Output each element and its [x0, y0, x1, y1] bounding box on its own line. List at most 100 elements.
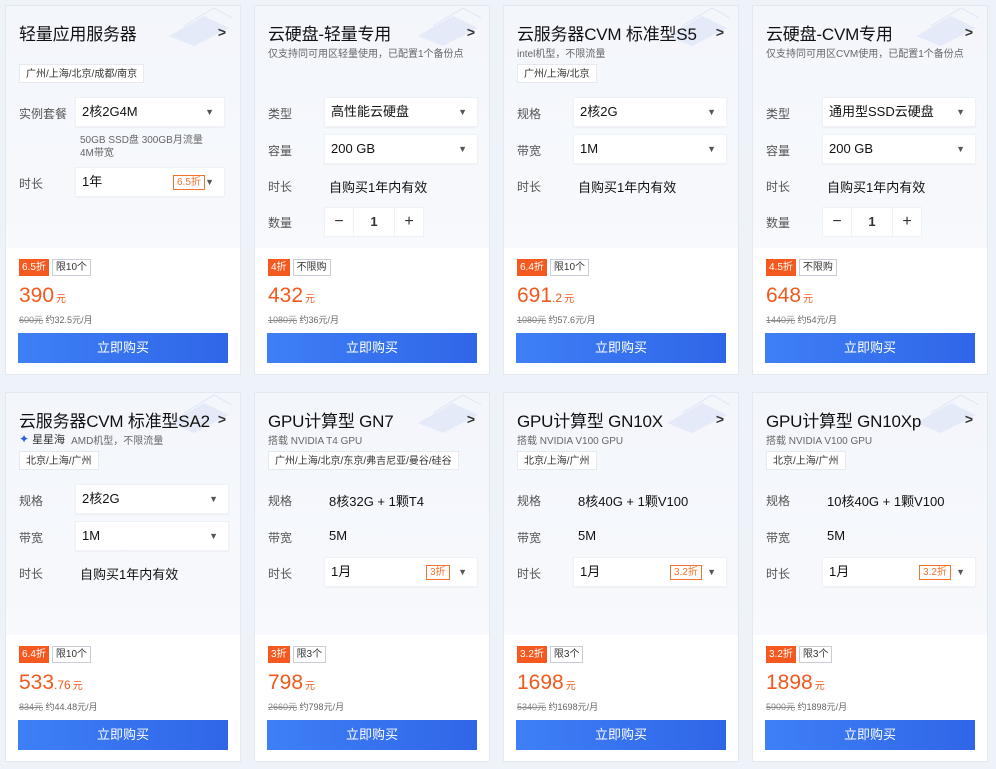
quantity-stepper: − 1 +: [324, 207, 424, 237]
product-card-cvm-sa2: 云服务器CVM 标准型SA2 > ✦ 星星海 AMD机型，不限流量 北京/上海/…: [5, 392, 241, 762]
chevron-right-icon[interactable]: >: [467, 24, 475, 40]
capacity-select[interactable]: 200 GB ▼: [324, 134, 478, 164]
plus-icon[interactable]: +: [892, 207, 922, 237]
buy-now-button[interactable]: 立即购买: [18, 333, 228, 363]
limit-badge: 限10个: [51, 259, 92, 276]
duration-value: 自购买1年内有效: [827, 180, 926, 195]
disk-type-select[interactable]: 通用型SSD云硬盘 ▼: [822, 97, 976, 127]
original-price: 1080元 约36元/月: [268, 313, 339, 326]
caret-down-icon: ▼: [205, 107, 214, 117]
price-unit: 元: [564, 294, 575, 305]
buy-now-button[interactable]: 立即购买: [267, 720, 477, 750]
price-unit: 元: [305, 681, 316, 692]
caret-down-icon: ▼: [707, 107, 716, 117]
disk-type-select[interactable]: 高性能云硬盘 ▼: [324, 97, 478, 127]
monthly-price: 约798元/月: [299, 702, 345, 712]
caret-down-icon: ▼: [458, 144, 467, 154]
select-value: 200 GB: [829, 141, 874, 156]
row-label: 实例套餐: [19, 107, 68, 121]
product-card-gn7: GPU计算型 GN7 > 搭载 NVIDIA T4 GPU 广州/上海/北京/东…: [254, 392, 490, 762]
buy-now-button[interactable]: 立即购买: [516, 720, 726, 750]
card-subtitle: 搭载 NVIDIA V100 GPU: [766, 436, 873, 447]
duration-select[interactable]: 1月 3.2折 ▼: [822, 557, 976, 587]
bandwidth-value: 5M: [329, 528, 348, 543]
price: 648 元: [766, 284, 813, 308]
discount-badge: 3.2折: [766, 646, 796, 663]
region-tag: 北京/上海/广州: [517, 451, 597, 470]
price: 533.76 元: [19, 671, 83, 695]
strike-price: 1440元: [766, 315, 796, 325]
instance-plan-select[interactable]: 2核2G4M ▼: [75, 97, 225, 127]
card-subtitle: AMD机型，不限流量: [71, 435, 164, 447]
row-label: 规格: [19, 494, 44, 508]
row-label: 时长: [268, 180, 293, 194]
buy-now-button[interactable]: 立即购买: [18, 720, 228, 750]
limit-badge: 限3个: [798, 646, 833, 663]
brand-name: 星星海: [32, 434, 66, 446]
original-price: 5340元 约1698元/月: [517, 700, 598, 713]
duration-select[interactable]: 1月 3.2折 ▼: [573, 557, 727, 587]
spec-select[interactable]: 2核2G ▼: [573, 97, 727, 127]
row-label: 规格: [268, 494, 293, 508]
discount-chip: 3折: [426, 565, 450, 580]
discount-badge: 3.2折: [517, 646, 547, 663]
monthly-price: 约36元/月: [299, 315, 340, 325]
chevron-right-icon[interactable]: >: [965, 411, 973, 427]
price: 1698 元: [517, 671, 576, 695]
caret-down-icon: ▼: [707, 144, 716, 154]
card-title: 轻量应用服务器: [19, 25, 137, 44]
discount-chip: 3.2折: [919, 565, 951, 580]
plan-note-line: 4M带宽: [80, 148, 114, 159]
price-unit: 元: [814, 681, 825, 692]
minus-icon[interactable]: −: [324, 207, 354, 237]
chevron-right-icon[interactable]: >: [716, 411, 724, 427]
row-label: 时长: [766, 180, 791, 194]
product-card-gn10xp: GPU计算型 GN10Xp > 搭载 NVIDIA V100 GPU 北京/上海…: [752, 392, 988, 762]
limit-badge: 限10个: [51, 646, 92, 663]
quantity-value[interactable]: 1: [852, 207, 892, 237]
row-label: 容量: [268, 144, 293, 158]
row-label: 时长: [268, 567, 293, 581]
buy-now-button[interactable]: 立即购买: [267, 333, 477, 363]
badges: 6.4折 限10个: [19, 646, 92, 663]
row-label: 时长: [517, 567, 542, 581]
quantity-value[interactable]: 1: [354, 207, 394, 237]
price-integer: 691: [517, 284, 553, 307]
spec-select[interactable]: 2核2G ▼: [75, 484, 229, 514]
discount-badge: 4折: [268, 259, 290, 276]
plus-icon[interactable]: +: [394, 207, 424, 237]
discount-badge: 4.5折: [766, 259, 796, 276]
card-title: 云服务器CVM 标准型SA2: [19, 412, 210, 431]
price-unit: 元: [305, 294, 316, 305]
strike-price: 5340元: [517, 702, 547, 712]
duration-select[interactable]: 1月 3折 ▼: [324, 557, 478, 587]
badges: 4折 不限购: [268, 259, 331, 276]
chevron-right-icon[interactable]: >: [965, 24, 973, 40]
row-label: 规格: [766, 494, 791, 508]
duration-select[interactable]: 1年 6.5折 ▼: [75, 167, 225, 197]
capacity-select[interactable]: 200 GB ▼: [822, 134, 976, 164]
chevron-right-icon[interactable]: >: [218, 24, 226, 40]
spec-value: 10核40G + 1颗V100: [827, 494, 945, 509]
plan-note-line: 50GB SSD盘 300GB月流量: [80, 135, 203, 146]
chevron-right-icon[interactable]: >: [218, 411, 226, 427]
buy-now-button[interactable]: 立即购买: [765, 720, 975, 750]
chevron-right-icon[interactable]: >: [716, 24, 724, 40]
select-value: 1年: [82, 174, 103, 189]
price-integer: 390: [19, 284, 55, 307]
card-subtitle: intel机型，不限流量: [517, 49, 606, 60]
spec-value: 8核40G + 1颗V100: [578, 494, 689, 509]
buy-now-button[interactable]: 立即购买: [516, 333, 726, 363]
bandwidth-select[interactable]: 1M ▼: [75, 521, 229, 551]
price: 432 元: [268, 284, 315, 308]
chevron-right-icon[interactable]: >: [467, 411, 475, 427]
row-label: 规格: [517, 107, 542, 121]
bandwidth-select[interactable]: 1M ▼: [573, 134, 727, 164]
discount-badge: 6.4折: [517, 259, 547, 276]
minus-icon[interactable]: −: [822, 207, 852, 237]
caret-down-icon: ▼: [209, 531, 218, 541]
spec-value: 8核32G + 1颗T4: [329, 494, 425, 509]
caret-down-icon: ▼: [956, 107, 965, 117]
buy-now-button[interactable]: 立即购买: [765, 333, 975, 363]
select-value: 1月: [331, 564, 352, 579]
